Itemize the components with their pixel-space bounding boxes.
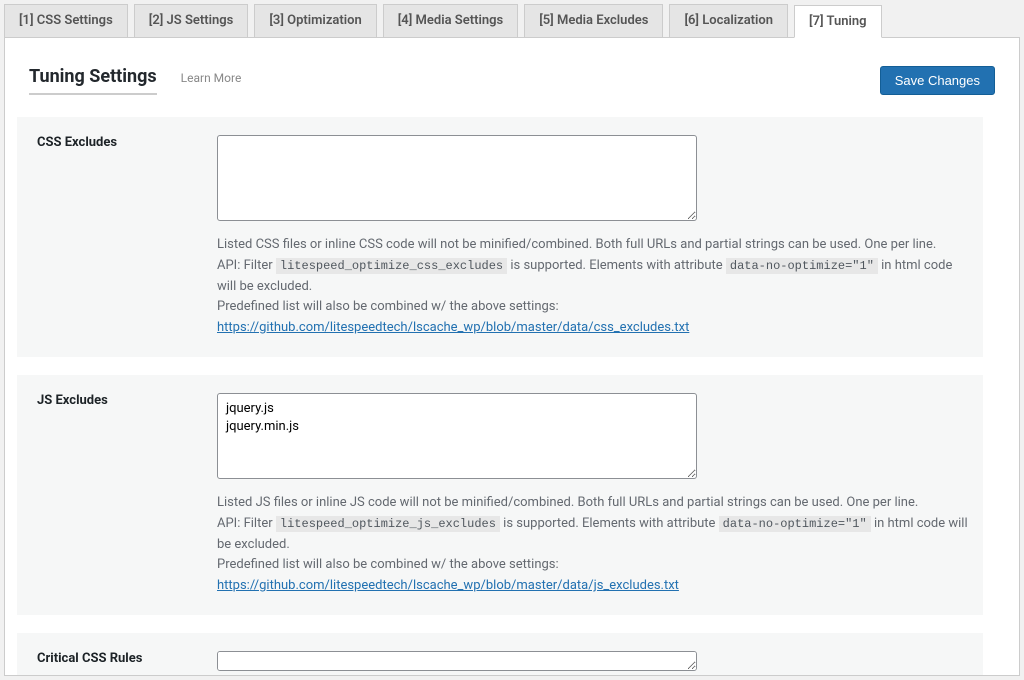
learn-more-link[interactable]: Learn More [181, 71, 242, 85]
tab-media-excludes[interactable]: [5] Media Excludes [524, 4, 663, 37]
tab-optimization[interactable]: [3] Optimization [254, 4, 376, 37]
tab-bar: [1] CSS Settings [2] JS Settings [3] Opt… [4, 4, 1020, 37]
label-js-excludes: JS Excludes [37, 393, 217, 597]
code-js-attr: data-no-optimize="1" [719, 516, 871, 532]
link-css-predef[interactable]: https://github.com/litespeedtech/lscache… [217, 320, 689, 335]
code-css-filter: litespeed_optimize_css_excludes [276, 258, 507, 274]
code-css-attr: data-no-optimize="1" [726, 258, 878, 274]
header-row: Tuning Settings Learn More Save Changes [5, 58, 1019, 99]
save-changes-button[interactable]: Save Changes [880, 66, 995, 95]
desc-css-excludes: Listed CSS files or inline CSS code will… [217, 235, 969, 339]
tab-tuning[interactable]: [7] Tuning [794, 5, 882, 38]
row-critical-css: Critical CSS Rules [17, 633, 983, 675]
link-js-predef[interactable]: https://github.com/litespeedtech/lscache… [217, 578, 679, 593]
row-css-excludes: CSS Excludes Listed CSS files or inline … [17, 117, 983, 357]
code-js-filter: litespeed_optimize_js_excludes [276, 516, 500, 532]
label-css-excludes: CSS Excludes [37, 135, 217, 339]
tab-media-settings[interactable]: [4] Media Settings [383, 4, 518, 37]
textarea-critical-css[interactable] [217, 651, 697, 671]
panel-tuning: Tuning Settings Learn More Save Changes … [4, 37, 1020, 676]
tab-js-settings[interactable]: [2] JS Settings [134, 4, 249, 37]
textarea-css-excludes[interactable] [217, 135, 697, 221]
tab-css-settings[interactable]: [1] CSS Settings [4, 4, 128, 37]
row-js-excludes: JS Excludes Listed JS files or inline JS… [17, 375, 983, 615]
label-critical-css: Critical CSS Rules [37, 651, 217, 675]
desc-js-excludes: Listed JS files or inline JS code will n… [217, 493, 969, 597]
page-title: Tuning Settings [29, 66, 157, 95]
tab-localization[interactable]: [6] Localization [669, 4, 788, 37]
textarea-js-excludes[interactable] [217, 393, 697, 479]
